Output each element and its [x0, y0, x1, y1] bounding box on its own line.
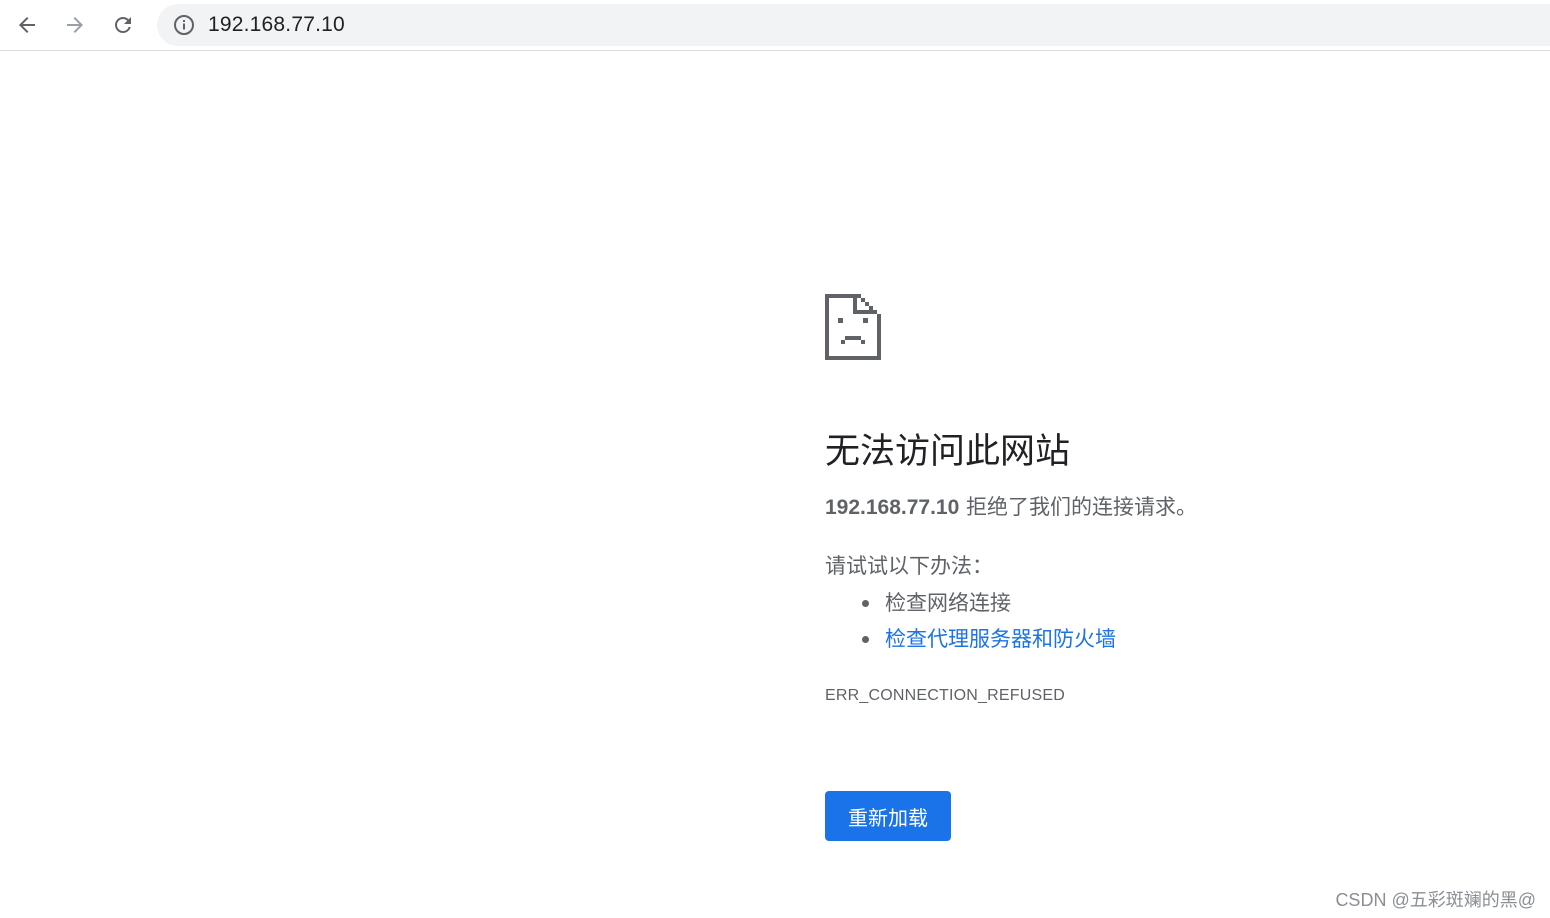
check-proxy-link[interactable]: 检查代理服务器和防火墙: [885, 627, 1116, 651]
error-code: ERR_CONNECTION_REFUSED: [825, 687, 1065, 704]
info-icon[interactable]: [173, 14, 195, 36]
page-title: 无法访问此网站: [825, 432, 1071, 472]
arrow-right-icon: [67, 17, 83, 33]
suggestions-title: 请试试以下办法：: [825, 554, 993, 578]
reload-button[interactable]: [104, 6, 142, 44]
error-message-text: 拒绝了我们的连接请求。: [959, 495, 1197, 519]
browser-toolbar: 192.168.77.10: [0, 0, 1550, 51]
arrow-left-icon: [19, 17, 35, 33]
forward-button[interactable]: [56, 6, 94, 44]
address-bar[interactable]: 192.168.77.10: [157, 4, 1550, 46]
suggestion-item-network: 检查网络连接: [862, 585, 1525, 621]
suggestion-item-proxy[interactable]: 检查代理服务器和防火墙: [862, 621, 1525, 657]
suggestions-list: 检查网络连接 检查代理服务器和防火墙: [825, 585, 1525, 657]
back-button[interactable]: [8, 6, 46, 44]
suggestion-label: 检查网络连接: [885, 591, 1011, 615]
reload-icon: [115, 17, 131, 33]
watermark: CSDN @五彩斑斓的黑@: [1335, 890, 1536, 910]
sad-document-icon: [825, 294, 881, 360]
error-content: 无法访问此网站 192.168.77.10 拒绝了我们的连接请求。 请试试以下办…: [825, 294, 1525, 841]
reload-page-button[interactable]: 重新加载: [825, 791, 951, 841]
address-url[interactable]: 192.168.77.10: [208, 13, 345, 37]
error-message: 192.168.77.10 拒绝了我们的连接请求。: [825, 492, 1525, 523]
error-host: 192.168.77.10: [825, 496, 960, 519]
